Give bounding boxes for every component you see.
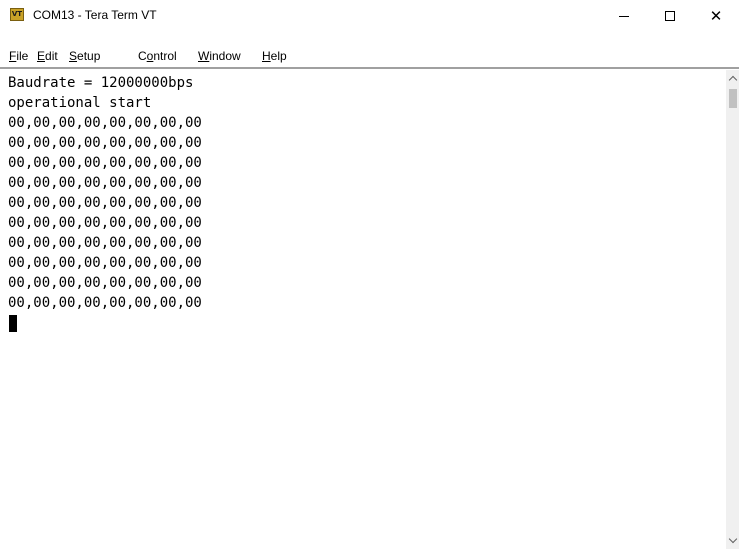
menu-window[interactable]: Window xyxy=(198,49,241,63)
scroll-up-button[interactable] xyxy=(726,70,739,87)
terminal-area[interactable]: Baudrate = 12000000bps operational start… xyxy=(8,70,724,549)
maximize-button[interactable] xyxy=(647,0,693,32)
scroll-thumb[interactable] xyxy=(729,89,737,108)
minimize-button[interactable] xyxy=(601,0,647,32)
menu-bar: File Edit Setup Control Window Help xyxy=(0,45,739,67)
scroll-down-button[interactable] xyxy=(726,532,739,549)
terminal-line: 00,00,00,00,00,00,00,00 xyxy=(8,275,202,291)
menu-edit[interactable]: Edit xyxy=(37,49,58,63)
minimize-icon xyxy=(619,15,629,17)
text-cursor xyxy=(9,315,17,332)
menu-help[interactable]: Help xyxy=(262,49,287,63)
terminal-line: operational start xyxy=(8,95,152,111)
terminal-line: 00,00,00,00,00,00,00,00 xyxy=(8,255,202,271)
menu-setup[interactable]: Setup xyxy=(69,49,100,63)
terminal-line: 00,00,00,00,00,00,00,00 xyxy=(8,235,202,251)
terminal-line: 00,00,00,00,00,00,00,00 xyxy=(8,295,202,311)
title-bar[interactable]: VT COM13 - Tera Term VT ✕ xyxy=(0,0,739,32)
vertical-scrollbar[interactable] xyxy=(726,70,739,549)
tera-term-window: VT COM13 - Tera Term VT ✕ File Edit Setu… xyxy=(0,0,739,549)
terminal-line: Baudrate = 12000000bps xyxy=(8,75,194,91)
teraterm-vt-icon[interactable]: VT xyxy=(10,8,24,21)
close-button[interactable]: ✕ xyxy=(693,0,739,32)
scroll-down-arrow-icon xyxy=(728,534,737,544)
terminal-line: 00,00,00,00,00,00,00,00 xyxy=(8,175,202,191)
terminal-line: 00,00,00,00,00,00,00,00 xyxy=(8,155,202,171)
scroll-up-arrow-icon xyxy=(728,75,737,85)
window-title: COM13 - Tera Term VT xyxy=(33,8,157,22)
terminal-line: 00,00,00,00,00,00,00,00 xyxy=(8,135,202,151)
terminal-line: 00,00,00,00,00,00,00,00 xyxy=(8,215,202,231)
menu-file[interactable]: File xyxy=(9,49,28,63)
maximize-icon xyxy=(665,11,675,21)
menu-separator xyxy=(0,67,739,69)
menu-control[interactable]: Control xyxy=(138,49,177,63)
terminal-line: 00,00,00,00,00,00,00,00 xyxy=(8,115,202,131)
terminal-line: 00,00,00,00,00,00,00,00 xyxy=(8,195,202,211)
close-icon: ✕ xyxy=(709,6,723,25)
